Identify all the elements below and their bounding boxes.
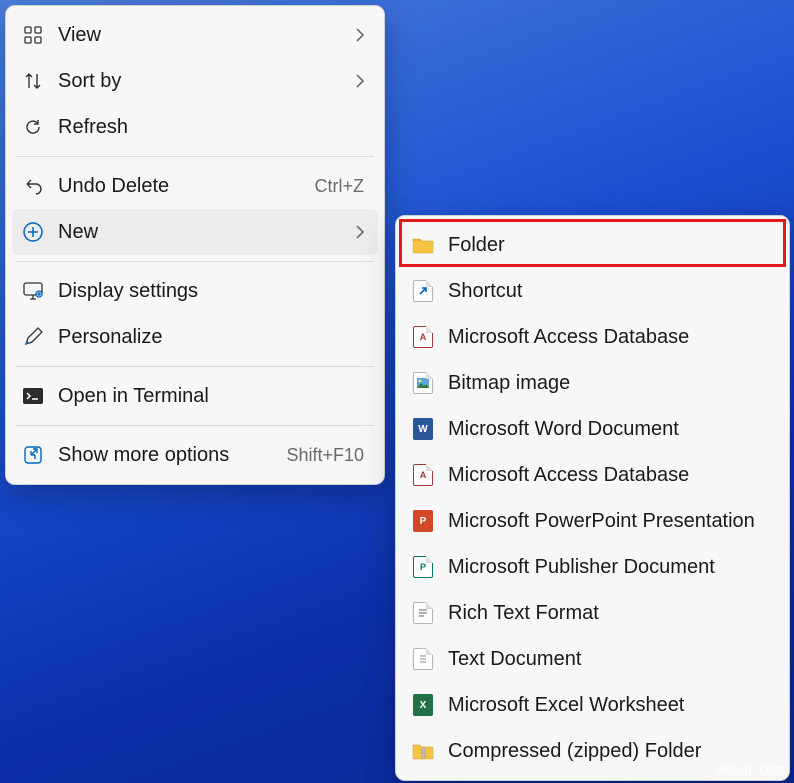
desktop-context-menu: View Sort by Refresh Undo Dele	[5, 5, 385, 485]
display-settings-icon	[22, 280, 44, 302]
chevron-right-icon	[352, 74, 368, 88]
menu-show-more-options-label: Show more options	[58, 444, 272, 467]
new-submenu: Folder Shortcut A Microsoft Access Datab…	[395, 215, 790, 781]
submenu-publisher-label: Microsoft Publisher Document	[448, 556, 773, 579]
menu-undo-delete[interactable]: Undo Delete Ctrl+Z	[12, 163, 378, 209]
chevron-right-icon	[352, 225, 368, 239]
submenu-access-database-2-label: Microsoft Access Database	[448, 464, 773, 487]
menu-new[interactable]: New	[12, 209, 378, 255]
submenu-compressed-folder-label: Compressed (zipped) Folder	[448, 740, 773, 763]
zip-folder-icon	[412, 740, 434, 762]
menu-new-label: New	[58, 221, 338, 244]
submenu-access-database[interactable]: A Microsoft Access Database	[402, 314, 783, 360]
menu-personalize-label: Personalize	[58, 326, 368, 349]
menu-separator	[16, 156, 374, 157]
submenu-folder-label: Folder	[448, 234, 773, 257]
submenu-word-document-label: Microsoft Word Document	[448, 418, 773, 441]
show-more-icon	[22, 444, 44, 466]
submenu-text-document[interactable]: Text Document	[402, 636, 783, 682]
rtf-icon	[412, 602, 434, 624]
access-icon: A	[412, 326, 434, 348]
bitmap-icon	[412, 372, 434, 394]
word-icon: W	[412, 418, 434, 440]
submenu-rich-text-label: Rich Text Format	[448, 602, 773, 625]
submenu-access-database-2[interactable]: A Microsoft Access Database	[402, 452, 783, 498]
submenu-text-document-label: Text Document	[448, 648, 773, 671]
submenu-word-document[interactable]: W Microsoft Word Document	[402, 406, 783, 452]
menu-show-more-options[interactable]: Show more options Shift+F10	[12, 432, 378, 478]
submenu-bitmap[interactable]: Bitmap image	[402, 360, 783, 406]
shortcut-icon	[412, 280, 434, 302]
menu-undo-shortcut: Ctrl+Z	[315, 176, 365, 197]
watermark: wsxdn.com	[716, 761, 786, 777]
menu-display-settings-label: Display settings	[58, 280, 368, 303]
menu-separator	[16, 261, 374, 262]
submenu-rich-text[interactable]: Rich Text Format	[402, 590, 783, 636]
publisher-icon: P	[412, 556, 434, 578]
submenu-powerpoint[interactable]: P Microsoft PowerPoint Presentation	[402, 498, 783, 544]
refresh-icon	[22, 116, 44, 138]
menu-open-terminal-label: Open in Terminal	[58, 385, 368, 408]
menu-refresh[interactable]: Refresh	[12, 104, 378, 150]
submenu-shortcut-label: Shortcut	[448, 280, 773, 303]
submenu-access-database-label: Microsoft Access Database	[448, 326, 773, 349]
menu-sort-by[interactable]: Sort by	[12, 58, 378, 104]
menu-separator	[16, 425, 374, 426]
menu-personalize[interactable]: Personalize	[12, 314, 378, 360]
menu-view[interactable]: View	[12, 12, 378, 58]
menu-sort-by-label: Sort by	[58, 70, 338, 93]
submenu-shortcut[interactable]: Shortcut	[402, 268, 783, 314]
menu-display-settings[interactable]: Display settings	[12, 268, 378, 314]
personalize-icon	[22, 326, 44, 348]
text-icon	[412, 648, 434, 670]
menu-refresh-label: Refresh	[58, 116, 368, 139]
menu-open-terminal[interactable]: Open in Terminal	[12, 373, 378, 419]
undo-icon	[22, 175, 44, 197]
submenu-publisher[interactable]: P Microsoft Publisher Document	[402, 544, 783, 590]
menu-show-more-shortcut: Shift+F10	[286, 445, 364, 466]
new-icon	[22, 221, 44, 243]
powerpoint-icon: P	[412, 510, 434, 532]
menu-undo-delete-label: Undo Delete	[58, 175, 301, 198]
submenu-folder[interactable]: Folder	[402, 222, 783, 268]
sort-icon	[22, 70, 44, 92]
view-icon	[22, 24, 44, 46]
submenu-powerpoint-label: Microsoft PowerPoint Presentation	[448, 510, 773, 533]
terminal-icon	[22, 385, 44, 407]
submenu-bitmap-label: Bitmap image	[448, 372, 773, 395]
menu-separator	[16, 366, 374, 367]
access-icon: A	[412, 464, 434, 486]
folder-icon	[412, 234, 434, 256]
menu-view-label: View	[58, 24, 338, 47]
chevron-right-icon	[352, 28, 368, 42]
excel-icon: X	[412, 694, 434, 716]
submenu-excel-label: Microsoft Excel Worksheet	[448, 694, 773, 717]
submenu-excel[interactable]: X Microsoft Excel Worksheet	[402, 682, 783, 728]
